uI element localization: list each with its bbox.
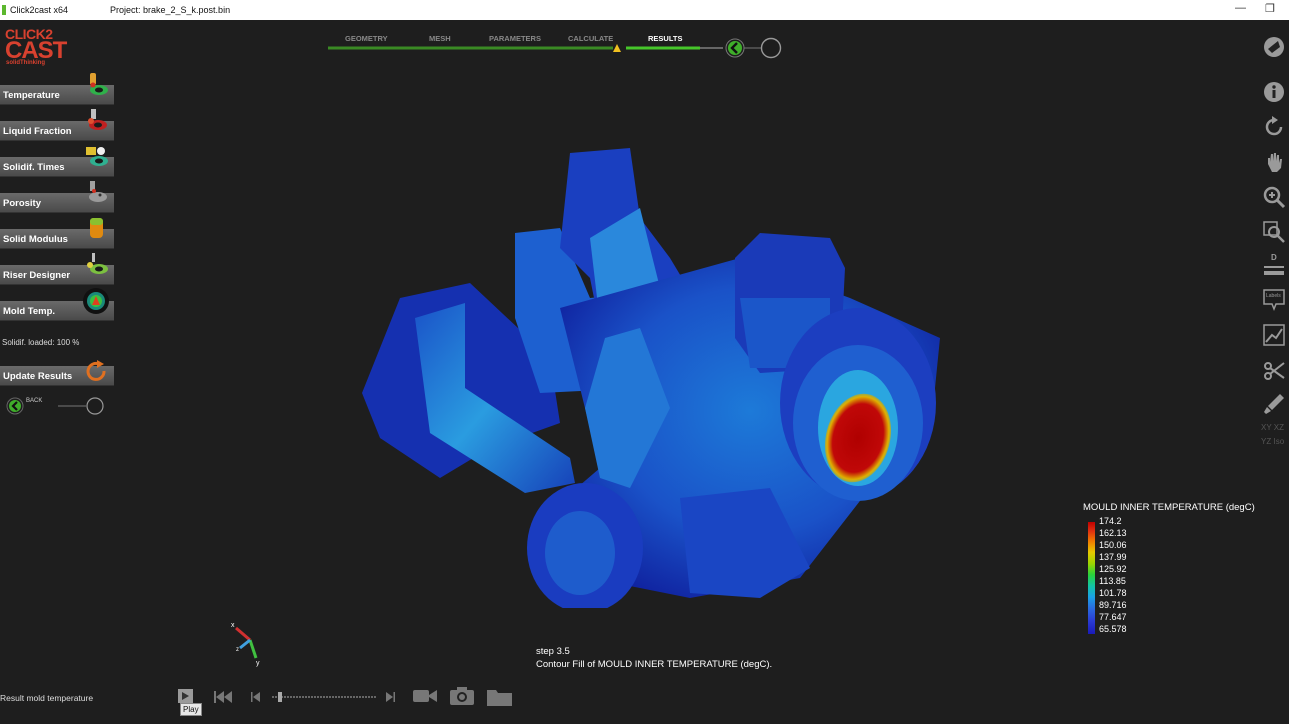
menu-mold-temp-label: Mold Temp. [3, 306, 56, 317]
labels-icon [1263, 289, 1285, 312]
app-title: Click2cast x64 [10, 5, 69, 15]
axis-z-label: z [236, 647, 239, 653]
casting-model-view[interactable] [340, 138, 960, 608]
zoom-icon[interactable] [1262, 185, 1286, 209]
app-icon [2, 5, 6, 15]
legend-colorbar [1088, 522, 1095, 634]
update-results-button[interactable]: Update Results [0, 360, 114, 386]
refresh-icon [86, 360, 106, 381]
main-stage: CLICK2 CAST solidThinking Temperature Li… [0, 20, 1289, 724]
rewind-icon[interactable] [212, 689, 234, 705]
contour-description: Contour Fill of MOULD INNER TEMPERATURE … [536, 659, 773, 670]
update-results-label: Update Results [3, 371, 73, 382]
menu-riser-designer[interactable]: Riser Designer [0, 253, 114, 285]
click2cast-logo: CLICK2 CAST solidThinking [5, 26, 67, 66]
progress-track [328, 37, 782, 59]
view-planes[interactable]: XY XZ YZ Iso [1261, 421, 1289, 449]
timeline-slider[interactable] [270, 690, 380, 704]
legend-value: 150.06 [1099, 540, 1127, 550]
solidif-times-icon [86, 147, 108, 166]
warning-icon [613, 44, 621, 52]
menu-porosity[interactable]: Porosity [0, 181, 114, 213]
menu-temperature[interactable]: Temperature [0, 73, 114, 105]
legend-title: MOULD INNER TEMPERATURE (degC) [1083, 502, 1255, 513]
zoom-window-icon[interactable] [1262, 220, 1286, 244]
title-bar: Click2cast x64 Project: brake_2_S_k.post… [0, 0, 1289, 20]
timeline-handle [278, 692, 282, 702]
legend-value: 77.647 [1099, 612, 1127, 622]
back-slider[interactable] [6, 396, 116, 418]
labels-label: Labels [1266, 293, 1281, 299]
solid-modulus-icon [90, 218, 103, 238]
back-label: BACK [26, 398, 43, 404]
folder-icon[interactable] [486, 686, 514, 708]
view-xy[interactable]: XY [1261, 423, 1272, 432]
legend-value: 137.99 [1099, 552, 1127, 562]
camera-snapshot-icon[interactable] [449, 685, 475, 707]
legend-value: 89.716 [1099, 600, 1127, 610]
back-control[interactable]: BACK [6, 396, 116, 418]
maximize-button[interactable]: ❐ [1265, 2, 1275, 15]
view-xz[interactable]: XZ [1274, 423, 1284, 432]
step-label: step 3.5 [536, 646, 570, 657]
project-title: Project: brake_2_S_k.post.bin [110, 5, 231, 15]
menu-solid-modulus-label: Solid Modulus [3, 234, 68, 245]
pan-hand-icon[interactable] [1262, 150, 1286, 174]
menu-riser-designer-label: Riser Designer [3, 270, 71, 281]
minimize-button[interactable]: — [1235, 2, 1246, 14]
temperature-legend: MOULD INNER TEMPERATURE (degC) 174.2 162… [1083, 500, 1273, 660]
liquid-fraction-icon [88, 109, 107, 130]
mold-temp-icon [83, 288, 109, 314]
info-icon[interactable] [1262, 80, 1286, 104]
view-iso[interactable]: Iso [1273, 437, 1284, 446]
workflow-progress: GEOMETRY MESH PARAMETERS CALCULATE RESUL… [328, 30, 788, 66]
axes-triad: x y z [231, 622, 260, 667]
menu-solidif-times-label: Solidif. Times [3, 162, 65, 173]
play-tooltip: Play [180, 703, 202, 716]
solidif-status: Solidif. loaded: 100 % [2, 338, 80, 347]
menu-solid-modulus[interactable]: Solid Modulus [0, 218, 114, 249]
menu-liquid-fraction[interactable]: Liquid Fraction [0, 109, 114, 141]
menu-liquid-fraction-label: Liquid Fraction [3, 126, 72, 137]
video-camera-icon[interactable] [412, 687, 438, 705]
reset-view-icon[interactable] [1262, 115, 1286, 139]
step-back-icon[interactable] [250, 691, 262, 703]
menu-solidif-times[interactable]: Solidif. Times [0, 147, 114, 177]
menu-temperature-label: Temperature [3, 90, 60, 101]
step-forward-icon[interactable] [384, 691, 396, 703]
legend-value: 174.2 [1099, 516, 1122, 526]
logo-line2: CAST [5, 37, 67, 64]
axis-y-label: y [256, 660, 260, 667]
riser-designer-icon [87, 253, 108, 274]
cut-scissors-icon[interactable] [1262, 358, 1286, 382]
chart-icon[interactable] [1262, 323, 1286, 347]
temperature-icon [90, 73, 108, 95]
legend-value: 162.13 [1099, 528, 1127, 538]
view-yz[interactable]: YZ [1261, 437, 1271, 446]
menu-porosity-label: Porosity [3, 198, 42, 209]
legend-value: 113.85 [1099, 576, 1126, 586]
distance-icon [1264, 266, 1284, 275]
help-globe-icon[interactable] [1262, 35, 1286, 59]
labels-tool[interactable]: Labels [1262, 288, 1286, 312]
legend-value: 65.578 [1099, 624, 1127, 634]
legend-value: 125.92 [1099, 564, 1127, 574]
result-caption: step 3.5 Contour Fill of MOULD INNER TEM… [536, 645, 772, 671]
brush-icon[interactable] [1262, 392, 1286, 416]
result-mold-temperature-label: Result mold temperature [0, 693, 94, 703]
porosity-icon [89, 181, 107, 202]
distance-tool[interactable]: D [1262, 253, 1286, 277]
legend-value: 101.78 [1099, 588, 1127, 598]
menu-mold-temp[interactable]: Mold Temp. [0, 288, 114, 321]
axis-x-label: x [231, 622, 235, 629]
